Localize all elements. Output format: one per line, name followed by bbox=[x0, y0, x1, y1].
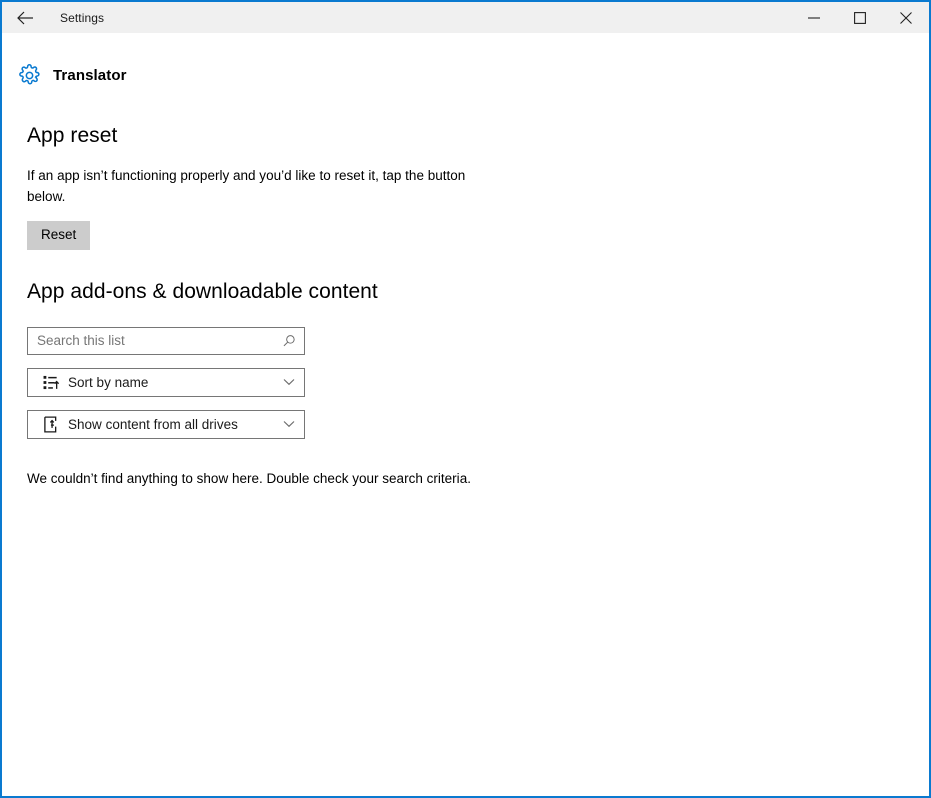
back-button[interactable] bbox=[2, 2, 48, 33]
search-input[interactable] bbox=[37, 328, 274, 354]
search-icon[interactable] bbox=[274, 328, 304, 354]
sort-dropdown-label: Sort by name bbox=[68, 375, 274, 390]
reset-button[interactable]: Reset bbox=[27, 221, 90, 250]
drive-dropdown-label: Show content from all drives bbox=[68, 417, 274, 432]
chevron-down-icon[interactable] bbox=[274, 369, 304, 395]
sort-ascending-icon bbox=[41, 372, 61, 392]
addons-section: App add-ons & downloadable content bbox=[2, 279, 929, 490]
app-name-label: Translator bbox=[53, 67, 127, 84]
drive-dropdown[interactable]: Show content from all drives bbox=[27, 410, 305, 439]
settings-window: Settings bbox=[0, 0, 931, 798]
app-reset-description: If an app isn’t functioning properly and… bbox=[27, 166, 479, 207]
minimize-button[interactable] bbox=[791, 2, 837, 33]
close-icon bbox=[900, 12, 912, 24]
maximize-icon bbox=[854, 12, 866, 24]
app-reset-section: App reset If an app isn’t functioning pr… bbox=[2, 123, 929, 250]
chevron-down-icon[interactable] bbox=[274, 411, 304, 437]
search-box[interactable] bbox=[27, 327, 305, 355]
window-title: Settings bbox=[60, 11, 104, 25]
back-arrow-icon bbox=[17, 11, 34, 25]
maximize-button[interactable] bbox=[837, 2, 883, 33]
content-area: Translator App reset If an app isn’t fun… bbox=[2, 33, 929, 796]
minimize-icon bbox=[808, 12, 820, 24]
addons-heading: App add-ons & downloadable content bbox=[27, 279, 929, 304]
title-bar: Settings bbox=[2, 2, 929, 33]
drive-icon bbox=[41, 414, 61, 434]
gear-icon bbox=[15, 61, 43, 89]
close-button[interactable] bbox=[883, 2, 929, 33]
sort-dropdown[interactable]: Sort by name bbox=[27, 368, 305, 397]
empty-state-message: We couldn’t find anything to show here. … bbox=[27, 469, 479, 490]
app-header: Translator bbox=[2, 33, 929, 91]
app-reset-heading: App reset bbox=[27, 123, 929, 148]
